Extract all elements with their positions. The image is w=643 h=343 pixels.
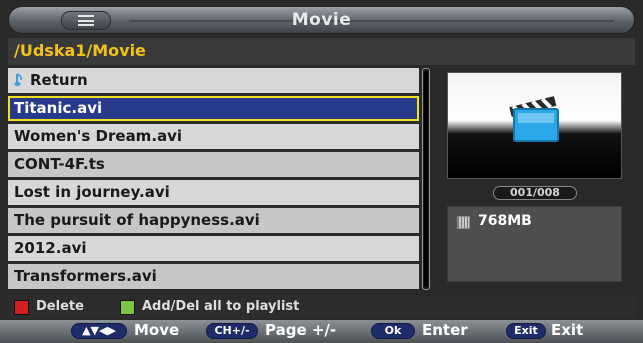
page-title: Movie bbox=[291, 10, 352, 30]
list-item-label: Return bbox=[30, 71, 88, 89]
list-item-label: Women's Dream.avi bbox=[14, 127, 183, 145]
help-bar: ▲▼◀▶ Move CH+/- Page +/- Ok Enter Exit E… bbox=[0, 320, 643, 343]
breadcrumb: /Udska1/Movie bbox=[8, 38, 635, 65]
page-hint: Page +/- bbox=[265, 321, 337, 339]
file-info-panel: 768MB bbox=[447, 206, 622, 282]
list-item-label: Titanic.avi bbox=[14, 99, 103, 117]
list-item-label: The pursuit of happyness.avi bbox=[14, 211, 260, 229]
channel-key-badge: CH+/- bbox=[206, 323, 258, 339]
list-item[interactable]: The pursuit of happyness.avi bbox=[8, 208, 419, 233]
preview-pane bbox=[447, 72, 622, 179]
title-bar: Movie bbox=[8, 6, 635, 34]
exit-hint: Exit bbox=[551, 321, 584, 339]
list-item-selected[interactable]: Titanic.avi bbox=[8, 96, 419, 121]
ok-key-badge: Ok bbox=[371, 323, 415, 339]
list-item[interactable]: Women's Dream.avi bbox=[8, 124, 419, 149]
list-item-return[interactable]: Return bbox=[8, 68, 419, 93]
green-key-swatch[interactable] bbox=[120, 300, 135, 315]
list-item[interactable]: Lost in journey.avi bbox=[8, 180, 419, 205]
list-item-label: CONT-4F.ts bbox=[14, 155, 105, 173]
red-key-swatch[interactable] bbox=[14, 300, 29, 315]
list-item-label: Transformers.avi bbox=[14, 267, 157, 285]
move-hint: Move bbox=[134, 321, 180, 339]
music-note-icon bbox=[14, 73, 22, 87]
arrow-keys-badge: ▲▼◀▶ bbox=[71, 323, 127, 339]
file-size: 768MB bbox=[478, 213, 532, 229]
exit-key-badge: Exit bbox=[506, 323, 546, 339]
color-key-legend: Delete Add/Del all to playlist bbox=[8, 296, 635, 318]
file-info-icon bbox=[457, 216, 470, 229]
scrollbar[interactable] bbox=[422, 68, 430, 290]
list-item[interactable]: CONT-4F.ts bbox=[8, 152, 419, 177]
list-item-label: Lost in journey.avi bbox=[14, 183, 170, 201]
list-item[interactable]: Transformers.avi bbox=[8, 264, 419, 289]
list-item[interactable]: 2012.avi bbox=[8, 236, 419, 261]
list-item-label: 2012.avi bbox=[14, 239, 87, 257]
enter-hint: Enter bbox=[422, 321, 468, 339]
clapperboard-icon bbox=[509, 96, 559, 142]
current-path: /Udska1/Movie bbox=[14, 41, 146, 60]
delete-label: Delete bbox=[36, 299, 84, 314]
file-counter: 001/008 bbox=[493, 186, 577, 200]
movie-browser-screen: Movie /Udska1/Movie Return Titanic.avi W… bbox=[0, 0, 643, 343]
file-list[interactable]: Return Titanic.avi Women's Dream.avi CON… bbox=[8, 68, 419, 289]
scrollbar-thumb[interactable] bbox=[424, 71, 428, 287]
playlist-label: Add/Del all to playlist bbox=[142, 299, 300, 314]
